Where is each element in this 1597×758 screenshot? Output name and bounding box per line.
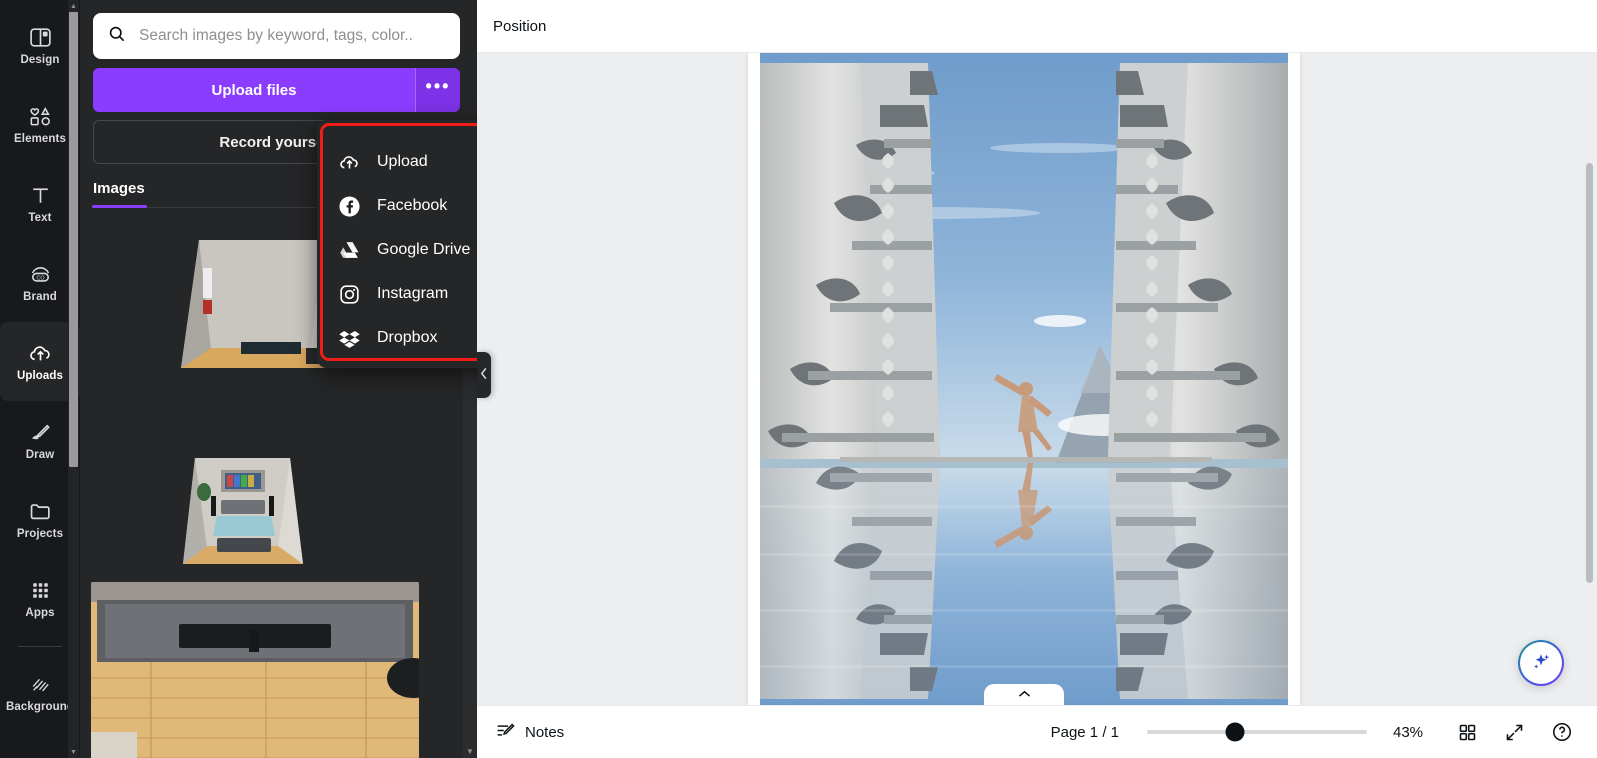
projects-icon <box>28 499 53 524</box>
menu-item-label: Google Drive <box>377 241 471 258</box>
sidebar-item-label: Brand <box>23 291 57 303</box>
sidebar-item-label: Design <box>20 54 60 66</box>
ai-assistant-button[interactable] <box>1518 640 1564 686</box>
sidebar-item-label: Background <box>5 701 75 713</box>
panel-collapse-handle[interactable] <box>477 352 491 398</box>
design-canvas-area[interactable] <box>477 53 1597 705</box>
notes-button[interactable]: Notes <box>495 720 564 745</box>
dropbox-icon <box>337 326 361 350</box>
upload-files-row: Upload files ••• <box>93 68 460 112</box>
upload-files-button[interactable]: Upload files <box>93 68 416 112</box>
zoom-slider-fill <box>1147 730 1235 734</box>
menu-item-label: Upload <box>377 153 428 170</box>
upload-source-dropdown-menu: Upload Facebook Google Drive Instagram D… <box>320 123 477 361</box>
canva-editor-window: Design Elements Text CO Brand Uploads Dr… <box>0 0 1597 758</box>
editor-topbar: Position <box>477 0 1597 53</box>
scroll-down-arrow-icon[interactable]: ▼ <box>68 746 79 758</box>
menu-item-instagram[interactable]: Instagram <box>323 272 477 316</box>
help-question-icon[interactable] <box>1551 721 1573 743</box>
room-render-3-image <box>91 582 419 758</box>
instagram-icon <box>337 282 361 306</box>
bottom-toolbar: Notes Page 1 / 1 43% <box>477 705 1597 758</box>
sidebar-item-label: Projects <box>16 528 64 540</box>
notes-pencil-icon <box>495 720 516 745</box>
room-render-2-image <box>165 452 320 570</box>
elements-icon <box>28 104 53 129</box>
menu-item-dropbox[interactable]: Dropbox <box>323 316 477 360</box>
search-input[interactable] <box>139 27 446 45</box>
zoom-slider[interactable] <box>1147 722 1367 742</box>
svg-text:CO: CO <box>36 275 44 281</box>
position-button[interactable]: Position <box>493 18 546 35</box>
zoom-slider-thumb[interactable] <box>1225 722 1245 742</box>
magic-sparkle-icon <box>1529 649 1553 678</box>
facebook-icon <box>337 194 361 218</box>
sidebar-item-label: Draw <box>25 449 55 461</box>
menu-item-upload[interactable]: Upload <box>323 140 477 184</box>
list-item[interactable] <box>165 452 320 570</box>
bali-temple-gate-image <box>760 53 1288 705</box>
editor-area: Position Notes Page 1 / 1 43% <box>477 0 1597 758</box>
scroll-down-arrow-icon[interactable]: ▼ <box>463 744 477 758</box>
tab-images[interactable]: Images <box>92 170 171 208</box>
brand-icon: CO <box>28 262 53 287</box>
upload-more-options-button[interactable]: ••• <box>416 68 460 112</box>
canvas-vertical-scrollbar[interactable] <box>1586 163 1593 583</box>
menu-item-label: Dropbox <box>377 329 438 346</box>
page-indicator[interactable]: Page 1 / 1 <box>1051 724 1119 741</box>
text-icon <box>28 183 53 208</box>
menu-item-facebook[interactable]: Facebook <box>323 184 477 228</box>
google-drive-icon <box>337 238 361 262</box>
zoom-slider-group: 43% <box>1147 722 1433 742</box>
sidebar-divider <box>18 646 62 647</box>
bottom-toolbar-icons <box>1457 721 1573 743</box>
sidebar-item-label: Apps <box>25 607 55 619</box>
notes-expander-tab[interactable] <box>984 684 1064 705</box>
notes-label: Notes <box>525 723 565 741</box>
list-item[interactable] <box>91 582 419 758</box>
sidebar-item-label: Elements <box>14 133 66 145</box>
sidebar-scrollbar-thumb[interactable] <box>69 12 78 467</box>
menu-item-label: Instagram <box>377 285 449 302</box>
design-page[interactable] <box>748 53 1300 705</box>
search-bar[interactable] <box>93 13 460 59</box>
uploads-panel: Upload files ••• Record yourself Images <box>80 0 477 758</box>
uploads-icon <box>28 341 53 366</box>
background-icon <box>28 672 53 697</box>
scroll-up-arrow-icon[interactable]: ▲ <box>68 0 79 12</box>
search-icon <box>107 24 127 49</box>
chevron-up-icon <box>1018 687 1031 701</box>
apps-icon <box>28 578 53 603</box>
menu-item-google-drive[interactable]: Google Drive <box>323 228 477 272</box>
fullscreen-expand-icon[interactable] <box>1504 722 1525 743</box>
sidebar-scrollbar[interactable]: ▲ ▼ <box>68 0 79 758</box>
zoom-percent-label: 43% <box>1393 723 1424 741</box>
draw-icon <box>28 420 53 445</box>
menu-item-label: Facebook <box>377 197 448 214</box>
page-image[interactable] <box>760 53 1288 705</box>
sidebar-item-label: Text <box>28 212 52 224</box>
chevron-left-icon <box>480 367 488 383</box>
left-sidebar-rail: Design Elements Text CO Brand Uploads Dr… <box>0 0 80 758</box>
sidebar-item-label: Uploads <box>16 370 64 382</box>
design-icon <box>28 25 53 50</box>
grid-view-icon[interactable] <box>1457 722 1478 743</box>
upload-cloud-icon <box>337 150 361 174</box>
